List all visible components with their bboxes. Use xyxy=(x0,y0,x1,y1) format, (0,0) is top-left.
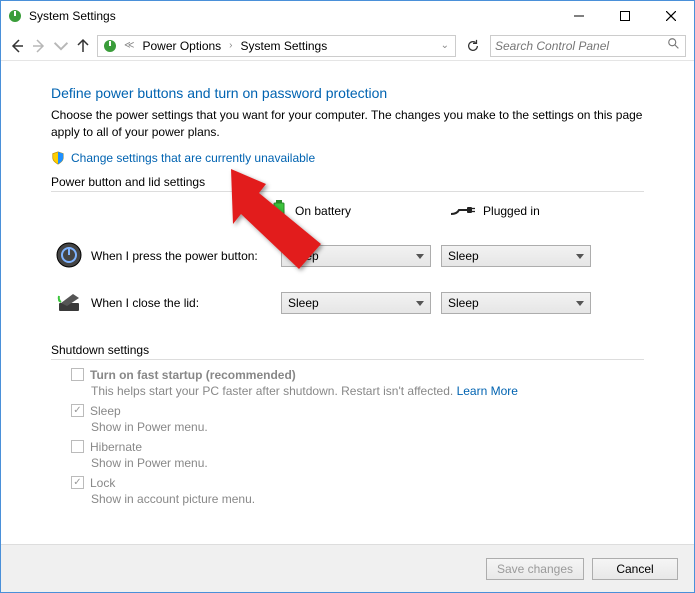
page-description: Choose the power settings that you want … xyxy=(51,107,644,141)
refresh-button[interactable] xyxy=(462,35,484,57)
minimize-button[interactable] xyxy=(556,1,602,31)
close-lid-row-label: When I close the lid: xyxy=(91,296,199,310)
power-button-section-title: Power button and lid settings xyxy=(51,175,644,192)
sleep-desc: Show in Power menu. xyxy=(91,420,644,434)
change-settings-row: Change settings that are currently unava… xyxy=(51,151,644,165)
fast-startup-label: Turn on fast startup (recommended) xyxy=(90,368,296,382)
plugged-in-label: Plugged in xyxy=(483,204,540,218)
on-battery-label: On battery xyxy=(295,204,351,218)
lock-desc: Show in account picture menu. xyxy=(91,492,644,506)
fast-startup-desc: This helps start your PC faster after sh… xyxy=(91,384,644,398)
battery-icon xyxy=(271,200,287,223)
hibernate-label: Hibernate xyxy=(90,440,142,454)
close-lid-battery-select[interactable]: Sleep xyxy=(281,292,431,314)
footer: Save changes Cancel xyxy=(1,544,694,592)
change-settings-link[interactable]: Change settings that are currently unava… xyxy=(71,151,315,165)
chevron-right-icon[interactable]: › xyxy=(227,40,234,51)
lock-label: Lock xyxy=(90,476,115,490)
search-input[interactable]: Search Control Panel xyxy=(490,35,686,57)
close-button[interactable] xyxy=(648,1,694,31)
window-controls xyxy=(556,1,694,31)
nav-recent-dropdown[interactable] xyxy=(53,38,69,54)
column-headers: On battery Plugged in xyxy=(271,200,644,223)
maximize-button[interactable] xyxy=(602,1,648,31)
sleep-checkbox xyxy=(71,404,84,417)
content-area: Define power buttons and turn on passwor… xyxy=(1,61,694,522)
shutdown-section-title: Shutdown settings xyxy=(51,343,644,360)
lock-item: Lock Show in account picture menu. xyxy=(71,476,644,506)
power-button-table: When I press the power button: Sleep Sle… xyxy=(51,233,644,327)
navbar: ≪ Power Options › System Settings ⌄ Sear… xyxy=(1,31,694,61)
plugged-in-header: Plugged in xyxy=(451,204,540,219)
nav-forward-button[interactable] xyxy=(31,38,47,54)
breadcrumb-separator[interactable]: ≪ xyxy=(122,40,136,51)
power-button-icon xyxy=(55,258,83,272)
search-placeholder: Search Control Panel xyxy=(495,39,609,53)
breadcrumb[interactable]: ≪ Power Options › System Settings ⌄ xyxy=(97,35,456,57)
search-icon[interactable] xyxy=(667,37,681,54)
close-lid-plugged-select[interactable]: Sleep xyxy=(441,292,591,314)
hibernate-item: Hibernate Show in Power menu. xyxy=(71,440,644,470)
on-battery-header: On battery xyxy=(271,200,351,223)
hibernate-checkbox xyxy=(71,440,84,453)
breadcrumb-dropdown[interactable]: ⌄ xyxy=(437,40,453,51)
nav-up-button[interactable] xyxy=(75,38,91,54)
power-button-plugged-select[interactable]: Sleep xyxy=(441,245,591,267)
shutdown-section: Shutdown settings Turn on fast startup (… xyxy=(51,343,644,506)
app-icon xyxy=(7,8,23,24)
fast-startup-checkbox xyxy=(71,368,84,381)
titlebar: System Settings xyxy=(1,1,694,31)
close-lid-icon xyxy=(55,305,83,319)
fast-startup-item: Turn on fast startup (recommended) This … xyxy=(71,368,644,398)
shield-icon xyxy=(51,151,65,165)
breadcrumb-item-system-settings[interactable]: System Settings xyxy=(237,37,332,55)
power-button-battery-select[interactable]: Sleep xyxy=(281,245,431,267)
plug-icon xyxy=(451,204,475,219)
nav-back-button[interactable] xyxy=(9,38,25,54)
sleep-label: Sleep xyxy=(90,404,121,418)
cancel-button[interactable]: Cancel xyxy=(592,558,678,580)
breadcrumb-item-power-options[interactable]: Power Options xyxy=(138,37,225,55)
close-lid-row: When I close the lid: Sleep Sleep xyxy=(51,280,644,327)
window-title: System Settings xyxy=(29,9,556,23)
lock-checkbox xyxy=(71,476,84,489)
hibernate-desc: Show in Power menu. xyxy=(91,456,644,470)
learn-more-link[interactable]: Learn More xyxy=(457,384,518,398)
save-changes-button[interactable]: Save changes xyxy=(486,558,584,580)
power-button-row: When I press the power button: Sleep Sle… xyxy=(51,233,644,280)
breadcrumb-root-icon[interactable] xyxy=(102,38,118,54)
power-button-row-label: When I press the power button: xyxy=(91,249,258,263)
page-heading: Define power buttons and turn on passwor… xyxy=(51,85,644,101)
sleep-item: Sleep Show in Power menu. xyxy=(71,404,644,434)
